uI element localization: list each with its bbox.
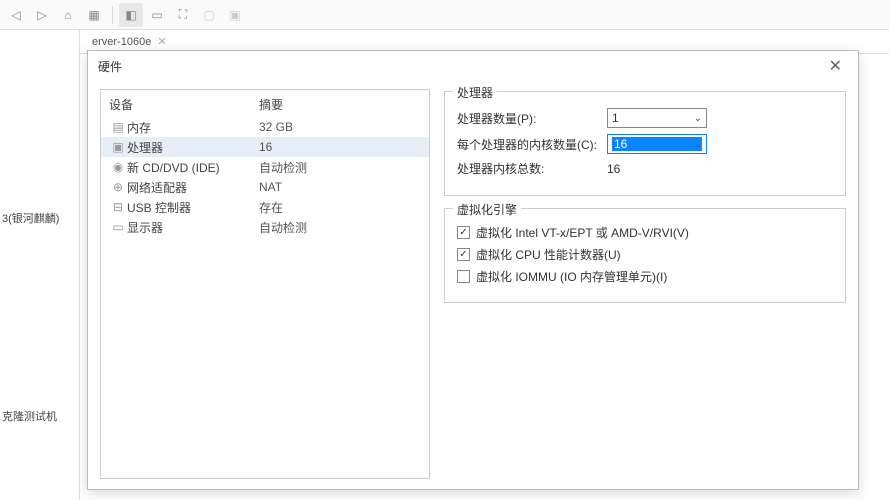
- device-list-panel: 设备 摘要 ▤内存32 GB▣处理器16◉新 CD/DVD (IDE)自动检测⊕…: [100, 89, 430, 479]
- virtualization-fieldset: 虚拟化引擎 虚拟化 Intel VT-x/EPT 或 AMD-V/RVI(V)虚…: [444, 208, 846, 303]
- virt-option-label: 虚拟化 CPU 性能计数器(U): [476, 246, 621, 263]
- toolbar-layout-split-icon[interactable]: ◧: [119, 3, 143, 27]
- device-row-cpu[interactable]: ▣处理器16: [101, 137, 429, 157]
- processor-legend: 处理器: [453, 84, 497, 101]
- toolbar-grid-icon[interactable]: ▦: [82, 3, 106, 27]
- cores-per-processor-select[interactable]: 16 ⌄: [607, 134, 707, 154]
- processor-count-value: 1: [612, 111, 702, 125]
- dialog-titlebar: 硬件 ✕: [88, 51, 858, 81]
- app-toolbar: ◁ ▷ ⌂ ▦ ◧ ▭ ⛶ ▢ ▣: [0, 0, 889, 30]
- device-row-display[interactable]: ▭显示器自动检测: [101, 217, 429, 237]
- device-name: 网络适配器: [127, 179, 259, 196]
- device-name: USB 控制器: [127, 199, 259, 216]
- toolbar-fullscreen-icon[interactable]: ▣: [223, 3, 247, 27]
- virt-option-2[interactable]: 虚拟化 IOMMU (IO 内存管理单元)(I): [457, 268, 833, 285]
- memory-icon: ▤: [109, 120, 127, 134]
- device-summary: 32 GB: [259, 120, 421, 134]
- device-summary: 自动检测: [259, 219, 421, 236]
- device-summary: 16: [259, 140, 421, 154]
- device-summary: 存在: [259, 199, 421, 216]
- vm-library-sidebar: 3(银河麒麟) 克隆测试机: [0, 30, 80, 500]
- checkbox-icon[interactable]: [457, 270, 470, 283]
- device-name: 显示器: [127, 219, 259, 236]
- device-summary: 自动检测: [259, 159, 421, 176]
- vm-tab-label: erver-1060e: [92, 36, 151, 48]
- device-name: 新 CD/DVD (IDE): [127, 159, 259, 176]
- virt-option-label: 虚拟化 IOMMU (IO 内存管理单元)(I): [476, 268, 667, 285]
- tab-close-icon[interactable]: ✕: [157, 35, 166, 48]
- sidebar-item-kylin[interactable]: 3(银河麒麟): [2, 210, 59, 226]
- checkbox-icon[interactable]: [457, 248, 470, 261]
- settings-panel: 处理器 处理器数量(P): 1 ⌄ 每个处理器的内核数量(C): 16 ⌄: [444, 89, 846, 479]
- toolbar-snapshot-icon[interactable]: ▢: [197, 3, 221, 27]
- toolbar-forward-icon[interactable]: ▷: [30, 3, 54, 27]
- net-icon: ⊕: [109, 180, 127, 194]
- sidebar-item-clone[interactable]: 克隆测试机: [2, 408, 57, 424]
- device-name: 内存: [127, 119, 259, 136]
- toolbar-layout-single-icon[interactable]: ▭: [145, 3, 169, 27]
- hardware-dialog: 硬件 ✕ 设备 摘要 ▤内存32 GB▣处理器16◉新 CD/DVD (IDE)…: [87, 50, 859, 490]
- processor-count-select[interactable]: 1 ⌄: [607, 108, 707, 128]
- close-icon[interactable]: ✕: [823, 54, 848, 78]
- disc-icon: ◉: [109, 160, 127, 174]
- checkbox-icon[interactable]: [457, 226, 470, 239]
- device-list-header: 设备 摘要: [101, 94, 429, 117]
- toolbar-fit-icon[interactable]: ⛶: [171, 3, 195, 27]
- device-row-disc[interactable]: ◉新 CD/DVD (IDE)自动检测: [101, 157, 429, 177]
- toolbar-separator: [112, 6, 113, 24]
- processor-count-label: 处理器数量(P):: [457, 110, 607, 127]
- virt-option-label: 虚拟化 Intel VT-x/EPT 或 AMD-V/RVI(V): [476, 224, 689, 241]
- cores-per-processor-label: 每个处理器的内核数量(C):: [457, 136, 607, 153]
- dialog-title: 硬件: [98, 58, 122, 75]
- processor-fieldset: 处理器 处理器数量(P): 1 ⌄ 每个处理器的内核数量(C): 16 ⌄: [444, 91, 846, 196]
- virt-option-0[interactable]: 虚拟化 Intel VT-x/EPT 或 AMD-V/RVI(V): [457, 224, 833, 241]
- virt-option-1[interactable]: 虚拟化 CPU 性能计数器(U): [457, 246, 833, 263]
- header-device: 设备: [109, 96, 259, 113]
- toolbar-home-icon[interactable]: ⌂: [56, 3, 80, 27]
- device-name: 处理器: [127, 139, 259, 156]
- total-cores-value: 16: [607, 162, 620, 176]
- header-summary: 摘要: [259, 96, 421, 113]
- cores-per-processor-value: 16: [612, 137, 702, 151]
- device-row-net[interactable]: ⊕网络适配器NAT: [101, 177, 429, 197]
- display-icon: ▭: [109, 220, 127, 234]
- toolbar-back-icon[interactable]: ◁: [4, 3, 28, 27]
- device-row-usb[interactable]: ⊟USB 控制器存在: [101, 197, 429, 217]
- device-summary: NAT: [259, 180, 421, 194]
- device-row-memory[interactable]: ▤内存32 GB: [101, 117, 429, 137]
- usb-icon: ⊟: [109, 200, 127, 214]
- virtualization-legend: 虚拟化引擎: [453, 201, 521, 218]
- total-cores-label: 处理器内核总数:: [457, 160, 607, 177]
- cpu-icon: ▣: [109, 140, 127, 154]
